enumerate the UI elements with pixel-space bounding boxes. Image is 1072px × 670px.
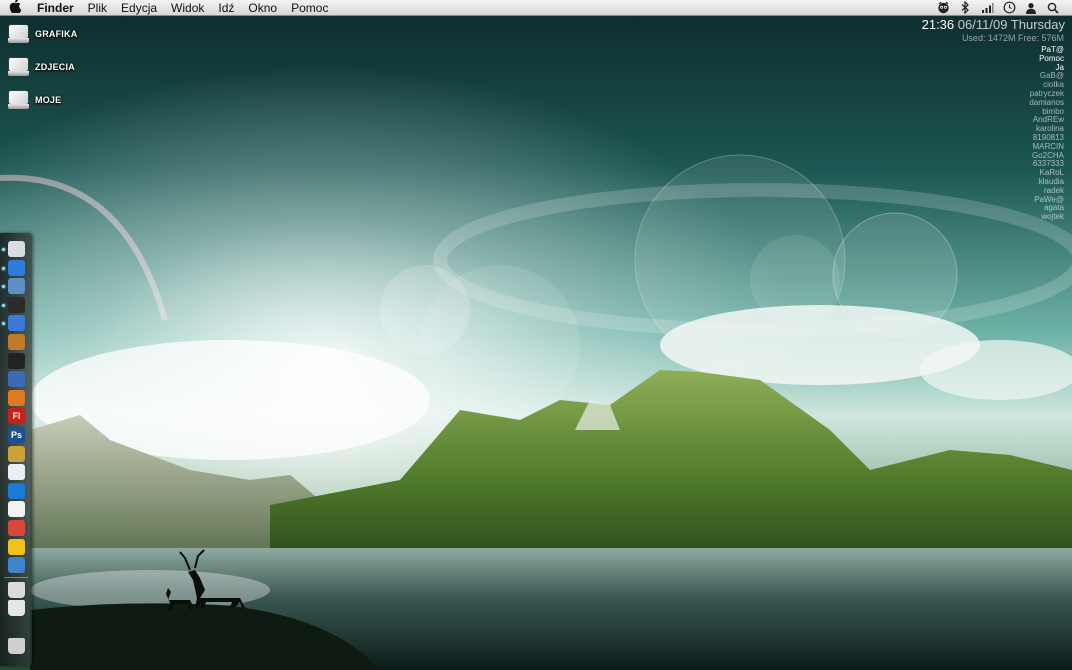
wifi-icon[interactable] (976, 0, 998, 16)
clock-date: 06/11/09 Thursday (957, 17, 1065, 32)
drive-icon (8, 25, 29, 43)
applications-stack-icon[interactable] (8, 581, 25, 598)
quicktime-icon[interactable] (8, 482, 25, 499)
preview-icon[interactable] (8, 278, 25, 295)
menu-edycja[interactable]: Edycja (114, 0, 164, 16)
menu-app-name[interactable]: Finder (30, 0, 81, 16)
desktop-icon-label: MOJE (35, 95, 62, 105)
dock-separator (4, 576, 28, 578)
running-indicator (2, 322, 5, 326)
menu-idz[interactable]: Idź (211, 0, 241, 16)
menu-extras (932, 0, 1072, 16)
thunderbird-icon[interactable] (8, 371, 25, 388)
clock-widget: 21:36 06/11/09 Thursday (922, 17, 1065, 32)
menu-plik[interactable]: Plik (81, 0, 114, 16)
bluetooth-icon[interactable] (954, 0, 976, 16)
menu-widok[interactable]: Widok (164, 0, 211, 16)
drive-icon (8, 91, 29, 109)
desktop-wallpaper (0, 0, 1072, 670)
adium-icon[interactable] (8, 296, 25, 313)
menu-bar: Finder Plik Edycja Widok Idź Okno Pomoc (0, 0, 1072, 16)
network-icon[interactable] (8, 557, 25, 574)
spotlight-icon[interactable] (1042, 0, 1064, 16)
desktop-icon-label: GRAFIKA (35, 29, 78, 39)
textedit-icon[interactable] (8, 501, 25, 518)
downloads-stack-icon[interactable] (8, 600, 25, 617)
trash-icon[interactable] (8, 638, 25, 654)
desktop-icon-label: ZDJECIA (35, 62, 75, 72)
flash-icon[interactable]: Fl (8, 408, 25, 425)
dock: Fl Ps (0, 233, 32, 666)
desktop-drive-zdjecia[interactable]: ZDJECIA (8, 56, 75, 78)
photoshop-icon[interactable]: Ps (8, 427, 25, 443)
desktop-drive-moje[interactable]: MOJE (8, 89, 61, 111)
running-indicator (2, 285, 5, 289)
running-indicator (2, 303, 5, 307)
buddy-list: PaT@ Pomoc Ja GaB@ ciotka patryczek dami… (1029, 45, 1064, 222)
drive-icon (8, 58, 29, 76)
cyberduck-icon[interactable] (8, 538, 25, 555)
running-indicator (2, 266, 5, 270)
apple-icon[interactable] (0, 0, 30, 17)
user-icon[interactable] (1020, 0, 1042, 16)
garageband-icon[interactable] (8, 334, 25, 350)
finder-icon[interactable] (8, 241, 25, 257)
safari-icon[interactable] (8, 259, 25, 276)
clock-icon[interactable] (998, 0, 1020, 16)
menu-pomoc[interactable]: Pomoc (284, 0, 335, 16)
buddy-offline[interactable]: wojtek (1029, 212, 1064, 222)
adium-icon[interactable] (932, 0, 954, 16)
chrome-icon[interactable] (8, 520, 25, 536)
itunes-icon[interactable] (8, 352, 25, 369)
menu-okno[interactable]: Okno (241, 0, 284, 16)
mail-icon[interactable] (8, 464, 25, 481)
memory-stats: Used: 1472M Free: 576M (961, 33, 1064, 43)
desktop-drive-grafika[interactable]: GRAFIKA (8, 23, 77, 45)
clock-time: 21:36 (921, 17, 955, 32)
firefox-icon[interactable] (8, 315, 25, 332)
vlc-icon[interactable] (8, 389, 25, 406)
scripteditor-icon[interactable] (8, 445, 25, 462)
running-indicator (2, 248, 5, 251)
